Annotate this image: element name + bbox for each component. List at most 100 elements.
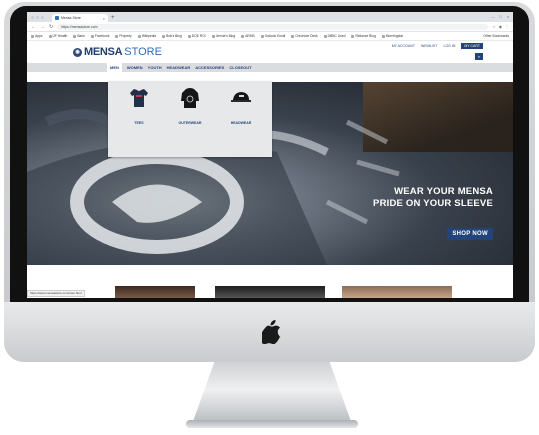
nav-women[interactable]: WOMEN <box>127 65 143 70</box>
hero-heading-line2: PRIDE ON YOUR SLEEVE <box>373 198 493 209</box>
mega-menu-label-outerwear: OUTERWEAR <box>178 121 202 125</box>
bookmark-label: DOE ROI <box>191 34 206 38</box>
minimize-icon[interactable]: – <box>492 14 494 19</box>
site-logo[interactable]: ◉ MENSA STORE <box>73 46 162 58</box>
mega-menu: TEES OUTERWEAR HEADWEAR <box>108 81 272 157</box>
mega-menu-outerwear[interactable]: OUTERWEAR <box>165 87 215 125</box>
bookmark-icon <box>48 34 52 38</box>
tab-close-icon[interactable]: × <box>103 16 105 21</box>
bookmark-label: Apps <box>35 34 43 38</box>
bookmark-label: Chronicle Desk <box>295 34 318 38</box>
mega-menu-headwear[interactable]: HEADWEAR <box>216 87 266 125</box>
tab-title: Mensa Store <box>61 16 81 20</box>
address-bar-row: ← → ↻ https://mensastore.com ☆ ◆ ⋮ <box>27 22 513 32</box>
other-bookmarks[interactable]: Other Bookmarks <box>483 34 509 38</box>
bookmark-item[interactable]: Bank <box>73 34 85 38</box>
bookmark-label: Outlook Email <box>264 34 286 38</box>
nav-closeout[interactable]: CLOSEOUT <box>229 65 251 70</box>
utility-links: MY ACCOUNT WISHLIST LOG IN MY CART <box>392 43 483 49</box>
bookmark-icon <box>351 34 355 38</box>
bookmark-icon <box>187 34 191 38</box>
nav-youth[interactable]: YOUTH <box>148 65 162 70</box>
bookmark-item[interactable]: Chronicle Desk <box>291 34 318 38</box>
star-icon[interactable]: ☆ <box>492 24 496 29</box>
bookmark-label: UF Health <box>52 34 68 38</box>
bookmark-item[interactable]: DBBC Used <box>323 34 346 38</box>
tab-mensa-store[interactable]: Mensa Store × <box>52 14 108 22</box>
status-bar: https://www.mensastore.com/men.html <box>27 290 85 297</box>
bookmark-item[interactable]: Wikipedia <box>137 34 157 38</box>
menu-icon[interactable]: ⋮ <box>505 24 509 29</box>
bookmark-label: Jennie's Blog <box>215 34 236 38</box>
window-controls: – □ × <box>492 14 509 19</box>
bookmark-item[interactable]: ARMS <box>241 34 255 38</box>
bookmark-icon <box>31 34 34 38</box>
main-nav: MEN WOMEN YOUTH HEADWEAR ACCESSORIES CLO… <box>27 63 513 72</box>
url-field[interactable]: https://mensastore.com <box>57 23 489 30</box>
product-thumb[interactable] <box>115 286 195 298</box>
nav-men[interactable]: MEN <box>107 63 122 72</box>
mega-menu-label-tees: TEES <box>134 121 144 125</box>
mega-menu-tees[interactable]: TEES <box>114 87 164 125</box>
nav-headwear[interactable]: HEADWEAR <box>167 65 191 70</box>
favicon-icon <box>55 16 59 20</box>
product-thumb[interactable] <box>342 286 452 298</box>
reload-icon[interactable]: ↻ <box>49 24 53 30</box>
nav-accessories[interactable]: ACCESSORIES <box>195 65 224 70</box>
bookmark-icon <box>90 34 94 38</box>
bookmark-icon <box>323 34 327 38</box>
close-window-icon[interactable]: × <box>507 14 509 19</box>
bookmark-item[interactable]: Apps <box>31 34 43 38</box>
bookmark-label: Wikipedia <box>141 34 157 38</box>
logo-store-text: STORE <box>124 46 162 58</box>
hero-heading-line1: WEAR YOUR MENSA <box>394 186 493 197</box>
bookmark-icon <box>381 34 385 38</box>
bookmark-item[interactable]: Outlook Email <box>260 34 286 38</box>
bookmark-icon <box>115 34 119 38</box>
omnibar-icons: ☆ ◆ ⋮ <box>492 24 509 29</box>
bookmark-item[interactable]: UF Health <box>48 34 68 38</box>
apple-logo-icon <box>262 320 281 344</box>
imac-stand <box>192 362 352 424</box>
login-link[interactable]: LOG IN <box>444 44 456 48</box>
hoodie-icon <box>181 88 199 108</box>
bookmark-icon <box>73 34 77 38</box>
bookmark-icon <box>241 34 245 38</box>
mega-menu-label-headwear: HEADWEAR <box>230 121 252 125</box>
my-account-link[interactable]: MY ACCOUNT <box>392 44 415 48</box>
extension-icon[interactable]: ◆ <box>499 24 502 29</box>
bookmark-item[interactable]: Facebook <box>90 34 109 38</box>
bookmark-item[interactable]: Reliance Blog <box>351 34 376 38</box>
bookmark-item[interactable]: DOE ROI <box>187 34 206 38</box>
product-thumb[interactable] <box>215 286 325 298</box>
bookmark-item[interactable]: Morningstar <box>381 34 404 38</box>
tee-icon <box>130 89 148 107</box>
site-header: ◉ MENSA STORE MY ACCOUNT WISHLIST LOG IN… <box>27 41 513 63</box>
bookmark-icon <box>260 34 264 38</box>
bookmark-label: DBBC Used <box>327 34 346 38</box>
shop-now-button[interactable]: SHOP NOW <box>447 228 493 240</box>
bookmark-icon <box>291 34 295 38</box>
hero-heading: WEAR YOUR MENSA PRIDE ON YOUR SLEEVE <box>373 186 493 210</box>
back-icon[interactable]: ← <box>31 24 36 30</box>
my-cart-button[interactable]: MY CART <box>461 43 483 49</box>
bookmark-label: Property <box>119 34 132 38</box>
window-dots <box>27 16 48 22</box>
content-below-hero: https://www.mensastore.com/men.html <box>27 265 513 298</box>
bookmark-label: ARMS <box>245 34 255 38</box>
new-tab-button[interactable]: + <box>111 14 115 22</box>
maximize-icon[interactable]: □ <box>499 14 501 19</box>
bookmark-label: Reliance Blog <box>355 34 376 38</box>
bookmark-icon <box>211 34 215 38</box>
bookmark-item[interactable]: Bob's Blog <box>162 34 182 38</box>
bookmark-item[interactable]: Jennie's Blog <box>211 34 236 38</box>
bookmark-label: Bank <box>77 34 85 38</box>
bookmark-icon <box>162 34 166 38</box>
wishlist-link[interactable]: WISHLIST <box>421 44 438 48</box>
bookmark-item[interactable]: Property <box>115 34 132 38</box>
bookmark-label: Morningstar <box>385 34 404 38</box>
tab-bar: Mensa Store × + – □ × <box>27 12 513 22</box>
search-icon[interactable]: ⌕ <box>475 53 483 60</box>
cap-icon <box>231 92 251 102</box>
forward-icon[interactable]: → <box>40 24 45 30</box>
